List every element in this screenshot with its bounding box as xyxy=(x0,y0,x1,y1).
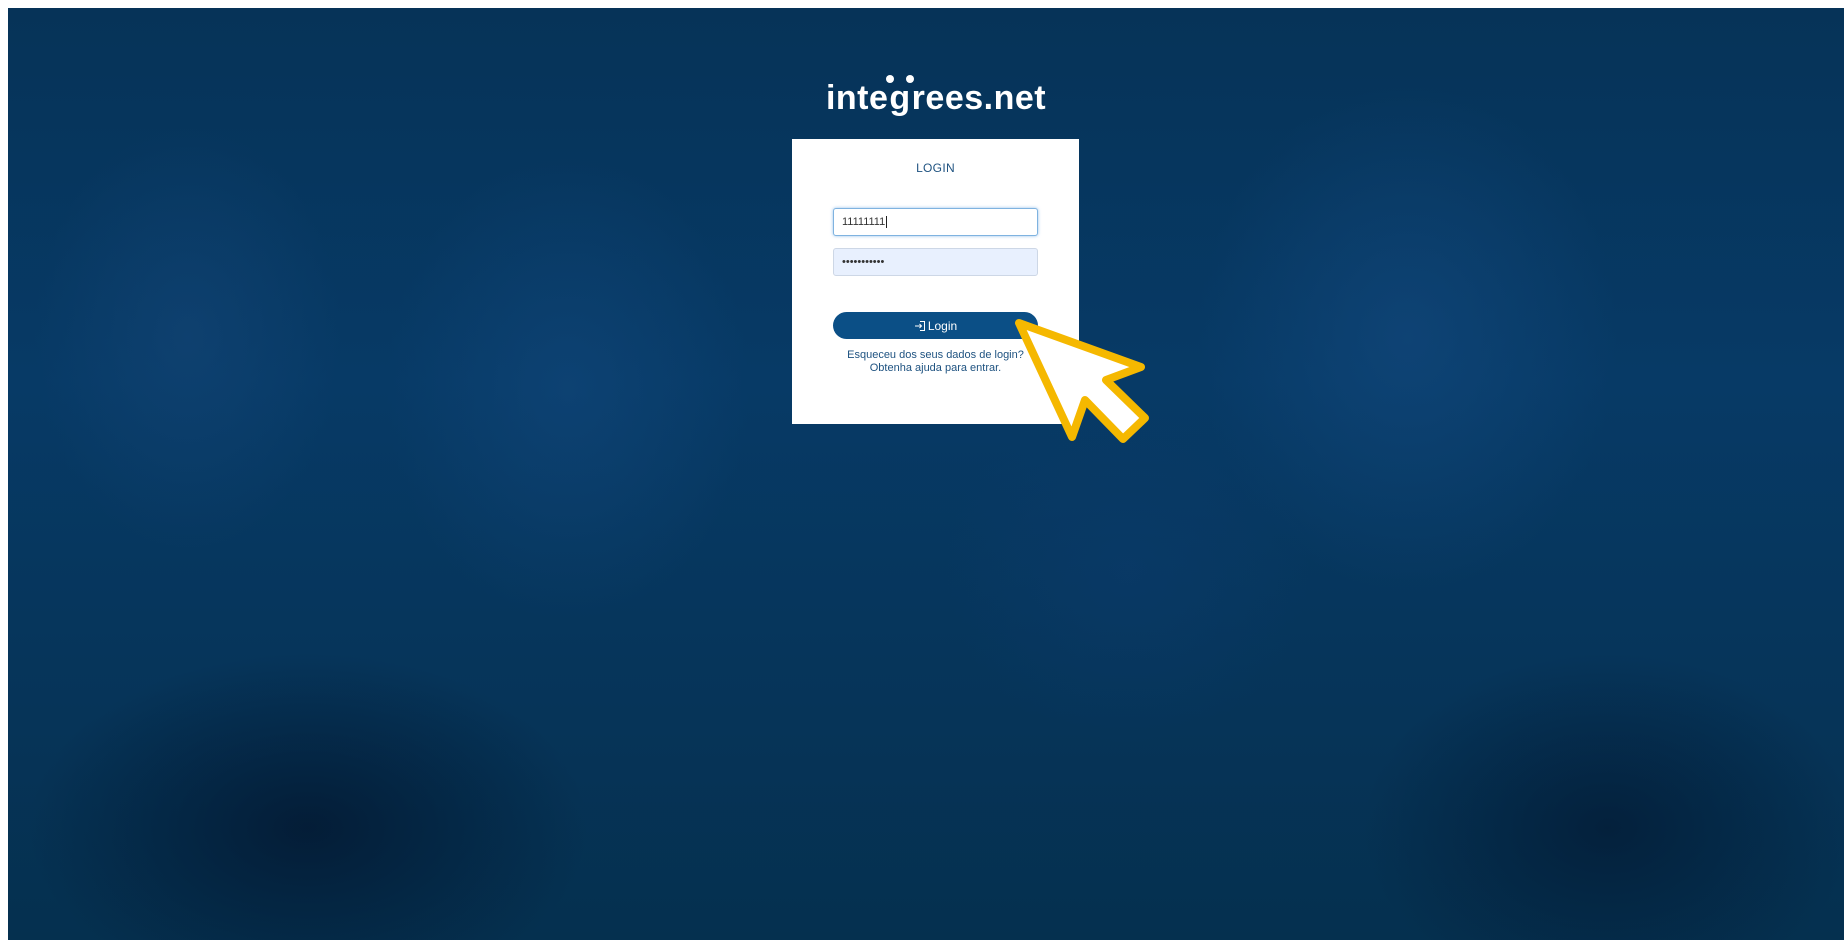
username-input[interactable]: 11111111 xyxy=(833,208,1038,236)
login-button[interactable]: Login xyxy=(833,312,1038,339)
password-value: ••••••••••• xyxy=(842,256,885,268)
login-button-label: Login xyxy=(927,318,958,333)
forgot-login-link[interactable]: Esqueceu dos seus dados de login? xyxy=(792,349,1079,362)
login-card: LOGIN 11111111 ••••••••••• Login Esquece… xyxy=(792,139,1079,424)
username-value: 11111111 xyxy=(842,216,886,228)
get-help-link[interactable]: Obtenha ajuda para entrar. xyxy=(792,362,1079,375)
login-title: LOGIN xyxy=(916,161,955,175)
text-caret xyxy=(886,216,888,228)
password-input[interactable]: ••••••••••• xyxy=(833,248,1038,276)
help-links: Esqueceu dos seus dados de login? Obtenh… xyxy=(792,349,1079,375)
sign-in-icon xyxy=(914,320,926,332)
integrees-logo: inte g rees.net xyxy=(825,74,1047,117)
